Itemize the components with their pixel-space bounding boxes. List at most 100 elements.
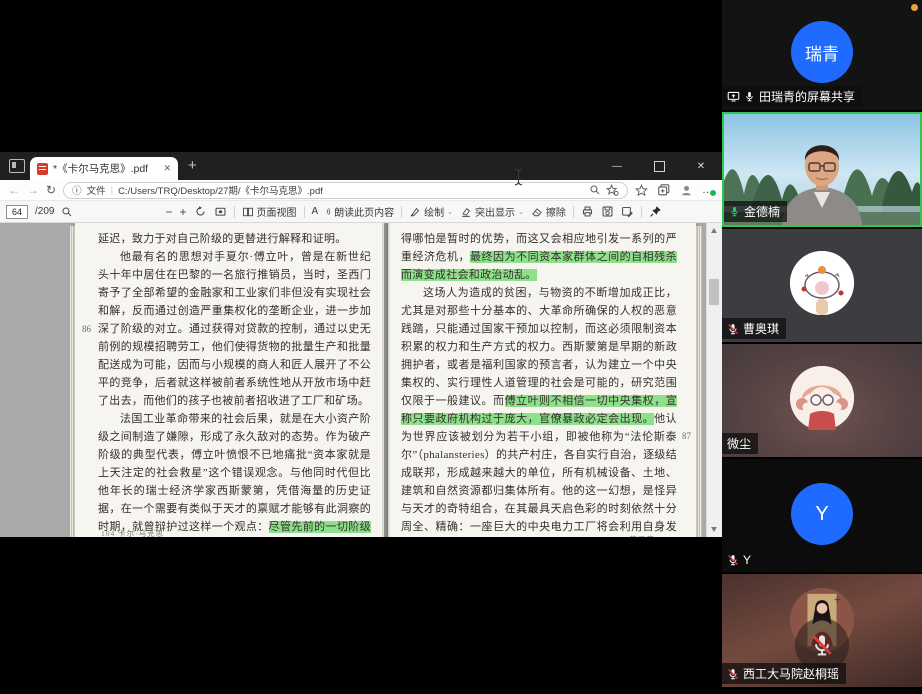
- edge-browser-window: *《卡尔马克思》.pdf ✕ + — ✕ ← → ↻ ⓘ 文件 | C:/Use…: [0, 152, 722, 536]
- text-segment: 他认为世界应该被划分为若干小组，即被他称为“法伦斯泰尔”（phalansteri…: [401, 413, 677, 537]
- maximize-icon: [654, 161, 665, 172]
- book-paragraph: 这场人为造成的贫困，与物资的不断增加成正比，尤其是对那些十分基本的、大革命所确保…: [401, 284, 677, 537]
- book-paragraph: 得哪怕是暂时的优势，而这又会相应地引发一系列的严重经济危机，最终因为不同资本家群…: [401, 230, 677, 284]
- book-spread: 延迟，致力于对自己阶级的更替进行解释和证明。他最有名的思想对手夏尔·傅立叶，曾是…: [70, 223, 706, 537]
- scroll-down-arrow-icon[interactable]: [711, 527, 717, 532]
- page-text: 延迟，致力于对自己阶级的更替进行解释和证明。他最有名的思想对手夏尔·傅立叶，曾是…: [98, 230, 371, 537]
- participant-tile[interactable]: 微尘: [722, 344, 922, 457]
- save-icon[interactable]: [601, 205, 614, 218]
- add-favorite-icon[interactable]: [606, 184, 619, 197]
- pdf-toolbar: /209 − + 页面视图 A 朗读此页内容 绘制 ⌄: [0, 201, 722, 223]
- participant-name-label: 西工大马院赵桐瑶: [722, 663, 846, 684]
- rotate-icon[interactable]: [194, 205, 207, 218]
- text-segment: 他最有名的思想对手夏尔·傅立叶，曾是在新世纪头十年中居住在巴黎的一名旅行推销员，…: [98, 251, 371, 407]
- profile-avatar-icon[interactable]: [680, 184, 693, 197]
- search-icon[interactable]: [61, 206, 73, 218]
- favorites-icon[interactable]: [635, 184, 648, 197]
- draw-button[interactable]: 绘制 ⌄: [409, 204, 453, 219]
- participant-name: 田瑞青的屏幕共享: [759, 88, 855, 105]
- page-view-button[interactable]: 页面视图: [242, 204, 297, 219]
- participant-name: Y: [743, 553, 751, 567]
- settings-more-icon[interactable]: …: [702, 184, 714, 196]
- info-icon[interactable]: ⓘ: [72, 183, 82, 197]
- participant-name: 西工大马院赵桐瑶: [743, 665, 839, 682]
- browser-tab-pdf[interactable]: *《卡尔马克思》.pdf ✕: [30, 157, 178, 180]
- back-button[interactable]: ←: [8, 184, 20, 196]
- book-page-left: 延迟，致力于对自己阶级的更替进行解释和证明。他最有名的思想对手夏尔·傅立叶，曾是…: [75, 223, 384, 537]
- fit-to-page-icon[interactable]: [214, 205, 227, 218]
- print-icon[interactable]: [581, 205, 594, 218]
- file-scheme-label: 文件: [87, 183, 106, 197]
- toolbar-divider: [234, 206, 235, 218]
- pdf-content-area: 延迟，致力于对自己阶级的更替进行解释和证明。他最有名的思想对手夏尔·傅立叶，曾是…: [0, 223, 722, 537]
- participant-name: 曹奥琪: [743, 320, 779, 337]
- toolbar-divider: [304, 206, 305, 218]
- page-number-input[interactable]: [6, 205, 28, 219]
- screen-share-region: *《卡尔马克思》.pdf ✕ + — ✕ ← → ↻ ⓘ 文件 | C:/Use…: [0, 0, 722, 694]
- meeting-participants-sidebar: 瑞青 田瑞青的屏幕共享: [722, 0, 922, 694]
- toolbar-divider: [641, 206, 642, 218]
- mic-muted-icon: [727, 554, 739, 566]
- highlight-button[interactable]: 突出显示 ⌄: [460, 204, 524, 219]
- participant-tile-video[interactable]: 金德楠: [722, 112, 922, 227]
- book-page-right: 得哪怕是暂时的优势，而这又会相应地引发一系列的严重经济危机，最终因为不同资本家群…: [388, 223, 696, 537]
- save-as-icon[interactable]: [621, 205, 634, 218]
- anime-girl-avatar: [790, 366, 854, 430]
- text-segment: 法国工业革命带来的社会后果，就是在大小资产阶级之间制造了嫌隙，形成了永久敌对的态…: [98, 413, 371, 533]
- notification-dot: [911, 4, 918, 11]
- minimize-button[interactable]: —: [596, 152, 638, 180]
- participant-name-label: Y: [722, 551, 758, 569]
- zoom-out-button[interactable]: −: [165, 206, 172, 218]
- tab-actions-icon[interactable]: [9, 159, 25, 173]
- chevron-down-icon[interactable]: ⌄: [447, 208, 453, 216]
- page-edges-right: [696, 226, 702, 537]
- chevron-down-icon[interactable]: ⌄: [518, 208, 524, 216]
- forward-button[interactable]: →: [27, 184, 39, 196]
- vertical-scrollbar[interactable]: [706, 223, 722, 537]
- text-segment: 这场人为造成的贫困，与物资的不断增加成正比，尤其是对那些十分基本的、大革命所确保…: [401, 287, 677, 407]
- read-aloud-button[interactable]: A 朗读此页内容: [312, 204, 395, 219]
- highlight-label: 突出显示: [475, 204, 515, 219]
- read-aloud-icon: A: [312, 206, 319, 217]
- browser-address-bar: ← → ↻ ⓘ 文件 | C:/Users/TRQ/Desktop/27期/《卡…: [0, 180, 722, 201]
- maximize-button[interactable]: [638, 152, 680, 180]
- page-text: 得哪怕是暂时的优势，而这又会相应地引发一系列的严重经济危机，最终因为不同资本家群…: [401, 230, 677, 537]
- mic-muted-icon: [727, 668, 739, 680]
- toolbar-divider: [401, 206, 402, 218]
- scrollbar-thumb[interactable]: [709, 279, 719, 305]
- scroll-up-arrow-icon[interactable]: [711, 228, 717, 233]
- close-button[interactable]: ✕: [680, 152, 722, 180]
- new-tab-button[interactable]: +: [188, 156, 197, 176]
- address-input[interactable]: ⓘ 文件 | C:/Users/TRQ/Desktop/27期/《卡尔马克思》.…: [63, 182, 628, 199]
- avatar: [790, 366, 854, 430]
- participant-tile[interactable]: 曹奥琪: [722, 229, 922, 342]
- mic-muted-icon: [810, 633, 834, 657]
- participant-tile-screenshare[interactable]: 瑞青 田瑞青的屏幕共享: [722, 0, 922, 110]
- tab-close-icon[interactable]: ✕: [163, 163, 171, 174]
- participant-tile[interactable]: Y Y: [722, 459, 922, 572]
- toolbar-divider: [573, 206, 574, 218]
- zoom-in-button[interactable]: +: [179, 206, 186, 218]
- page-footer: 第五章 105: [629, 534, 672, 537]
- book-paragraph: 他最有名的思想对手夏尔·傅立叶，曾是在新世纪头十年中居住在巴黎的一名旅行推销员，…: [98, 248, 371, 410]
- avatar-initials: Y: [815, 503, 828, 526]
- cartoon-sheep-avatar: [790, 251, 854, 315]
- zoom-page-icon[interactable]: [589, 184, 601, 196]
- pin-toolbar-icon[interactable]: [649, 205, 662, 218]
- screen-share-icon: [727, 90, 740, 103]
- participant-name-label: 微尘: [722, 433, 758, 454]
- read-aloud-label: 朗读此页内容: [334, 204, 394, 219]
- participant-name-label: 金德楠: [724, 201, 787, 222]
- collections-icon[interactable]: [657, 183, 671, 197]
- erase-button[interactable]: 擦除: [531, 204, 566, 219]
- marker-icon: [460, 206, 472, 218]
- address-separator: |: [111, 185, 113, 196]
- book-paragraph: 法国工业革命带来的社会后果，就是在大小资产阶级之间制造了嫌隙，形成了永久敌对的态…: [98, 410, 371, 537]
- pen-icon: [409, 206, 421, 218]
- participant-name-label: 曹奥琪: [722, 318, 786, 339]
- page-view-icon: [242, 206, 254, 218]
- mic-on-icon: [744, 91, 755, 102]
- reload-button[interactable]: ↻: [46, 184, 56, 196]
- participant-tile[interactable]: 西工大马院赵桐瑶: [722, 574, 922, 687]
- erase-label: 擦除: [546, 204, 566, 219]
